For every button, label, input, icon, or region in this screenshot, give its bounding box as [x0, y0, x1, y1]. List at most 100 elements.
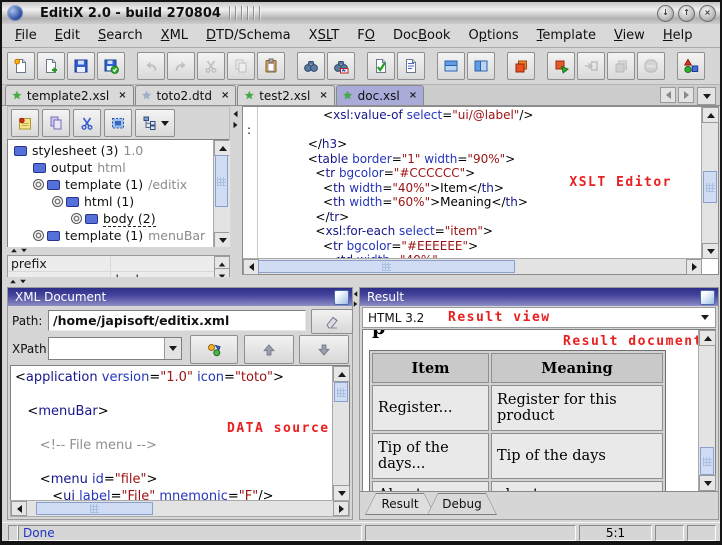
collapse-right-icon[interactable]	[234, 122, 238, 128]
replace-button[interactable]	[327, 52, 355, 80]
maximize-panel-button[interactable]	[700, 290, 715, 305]
scroll-right-button[interactable]	[333, 501, 349, 516]
scroll-left-button[interactable]	[11, 501, 27, 516]
attribute-row-prefix[interactable]: prefix	[8, 256, 229, 272]
scroll-down-button[interactable]	[702, 243, 719, 259]
menu-item-dtd-schema[interactable]: DTD/Schema	[197, 26, 300, 45]
note-button[interactable]	[11, 109, 39, 137]
editor-vscroll-thumb[interactable]	[703, 171, 717, 203]
result-tab-result[interactable]: Result	[365, 493, 435, 515]
tree-editor-splitter[interactable]	[230, 106, 242, 285]
scroll-up-button[interactable]	[333, 366, 350, 382]
editor-hscroll-thumb[interactable]	[258, 260, 515, 273]
xml-source-view[interactable]: <application version="1.0" icon="toto"> …	[10, 365, 350, 502]
collapse-left-icon[interactable]	[234, 111, 238, 117]
save-document-button[interactable]	[67, 52, 95, 80]
tree-node-output[interactable]: outputhtml	[8, 159, 214, 176]
tab-list-dropdown-button[interactable]	[697, 87, 716, 105]
tab-scroll-left-button[interactable]	[660, 87, 676, 103]
run-transformation-button[interactable]	[547, 52, 575, 80]
maximize-panel-button[interactable]	[334, 290, 349, 305]
copy-pages-button[interactable]	[42, 109, 70, 137]
find-button[interactable]	[297, 52, 325, 80]
menu-item-docbook[interactable]: DocBook	[384, 26, 459, 45]
xml-vertical-scrollbar[interactable]	[332, 366, 349, 501]
xml-document-titlebar[interactable]: XML Document	[8, 288, 352, 306]
scroll-up-button[interactable]	[702, 107, 719, 123]
result-document-view[interactable]: p Result document ItemMeaningRegister...…	[362, 329, 716, 492]
menu-item-view[interactable]: View	[605, 26, 654, 45]
cut-scissors-button[interactable]	[73, 109, 101, 137]
tree-scrollbar-thumb[interactable]	[215, 155, 228, 207]
xslt-editor[interactable]: : <xsl:value-of select="ui/@label"/> </h…	[242, 106, 719, 275]
result-tab-debug[interactable]: Debug	[427, 493, 497, 515]
close-button[interactable]: ×	[699, 5, 716, 22]
xml-vscroll-thumb[interactable]	[334, 382, 348, 402]
collapse-left-icon[interactable]	[354, 291, 358, 297]
scroll-up-button[interactable]	[214, 140, 230, 156]
tree-attr-splitter[interactable]	[7, 247, 230, 255]
scroll-right-button[interactable]	[686, 259, 702, 275]
collapse-down-icon[interactable]	[21, 249, 27, 253]
window-cascade-button[interactable]	[507, 52, 535, 80]
collapse-up-icon[interactable]	[10, 280, 16, 284]
xml-hscroll-thumb[interactable]	[36, 502, 153, 515]
split-horizontal-button[interactable]	[437, 52, 465, 80]
expanded-handle-icon[interactable]	[52, 196, 63, 207]
check-document-button[interactable]	[367, 52, 395, 80]
tab-close-icon[interactable]: ×	[319, 91, 327, 101]
tree-view-button[interactable]	[135, 109, 175, 137]
menu-item-fo[interactable]: FO	[348, 26, 384, 45]
tree-node-template-1[interactable]: template (1)/editix	[8, 176, 214, 193]
menu-item-edit[interactable]: Edit	[46, 26, 89, 45]
scroll-down-button[interactable]	[699, 475, 716, 491]
tree-node-body-2[interactable]: body (2)	[8, 210, 214, 227]
tab-template2-xsl[interactable]: ★template2.xsl×	[5, 85, 134, 105]
tab-close-icon[interactable]: ×	[221, 91, 229, 101]
format-document-button[interactable]	[397, 52, 425, 80]
shade-button[interactable]: ↓	[657, 5, 674, 22]
previous-match-button[interactable]	[244, 335, 294, 364]
path-input[interactable]	[48, 310, 306, 331]
new-from-template-button[interactable]	[37, 52, 65, 80]
tab-close-icon[interactable]: ×	[409, 91, 417, 101]
menu-item-help[interactable]: Help	[654, 26, 702, 45]
tab-toto2-dtd[interactable]: ★toto2.dtd×	[135, 85, 237, 105]
result-titlebar[interactable]: Result	[360, 288, 718, 306]
select-region-button[interactable]	[104, 109, 132, 137]
title-bar[interactable]: EditiX 2.0 - build 270804 ↓↑×	[2, 2, 720, 25]
collapsed-handle-icon[interactable]	[71, 213, 82, 224]
tab-scroll-right-button[interactable]	[678, 87, 694, 103]
maximize-button[interactable]: ↑	[678, 5, 695, 22]
menu-item-options[interactable]: Options	[459, 26, 527, 45]
tab-doc-xsl[interactable]: ★doc.xsl×	[336, 85, 424, 105]
xml-horizontal-scrollbar[interactable]	[10, 500, 350, 517]
new-document-button[interactable]	[7, 52, 35, 80]
editor-horizontal-scrollbar[interactable]	[243, 258, 702, 274]
paste-button[interactable]	[257, 52, 285, 80]
fo-transform-button[interactable]	[677, 52, 705, 80]
collapsed-handle-icon[interactable]	[33, 230, 44, 241]
collapse-up-icon[interactable]	[11, 249, 17, 253]
split-vertical-button[interactable]	[467, 52, 495, 80]
next-match-button[interactable]	[299, 335, 349, 364]
collapse-down-icon[interactable]	[20, 280, 26, 284]
xpath-combo[interactable]	[48, 337, 182, 360]
tab-test2-xsl[interactable]: ★test2.xsl×	[237, 85, 334, 105]
menu-item-xslt[interactable]: XSLT	[300, 26, 349, 45]
top-bottom-splitter[interactable]	[2, 277, 720, 287]
menu-item-file[interactable]: File	[6, 26, 46, 45]
result-vscroll-thumb[interactable]	[700, 447, 714, 475]
combo-dropdown-button[interactable]	[164, 338, 181, 359]
tree-node-template-1[interactable]: template (1)menuBar	[8, 227, 214, 244]
result-vertical-scrollbar[interactable]	[698, 330, 715, 491]
collapse-right-icon[interactable]	[354, 301, 358, 307]
menu-item-xml[interactable]: XML	[152, 26, 197, 45]
menu-item-search[interactable]: Search	[89, 26, 152, 45]
tab-close-icon[interactable]: ×	[118, 91, 126, 101]
save-all-button[interactable]	[97, 52, 125, 80]
tree-node-stylesheet-3[interactable]: stylesheet (3)1.0	[8, 142, 214, 159]
tree-scrollbar[interactable]	[213, 140, 229, 248]
scroll-left-button[interactable]	[243, 259, 259, 275]
scroll-up-button[interactable]	[699, 330, 716, 346]
